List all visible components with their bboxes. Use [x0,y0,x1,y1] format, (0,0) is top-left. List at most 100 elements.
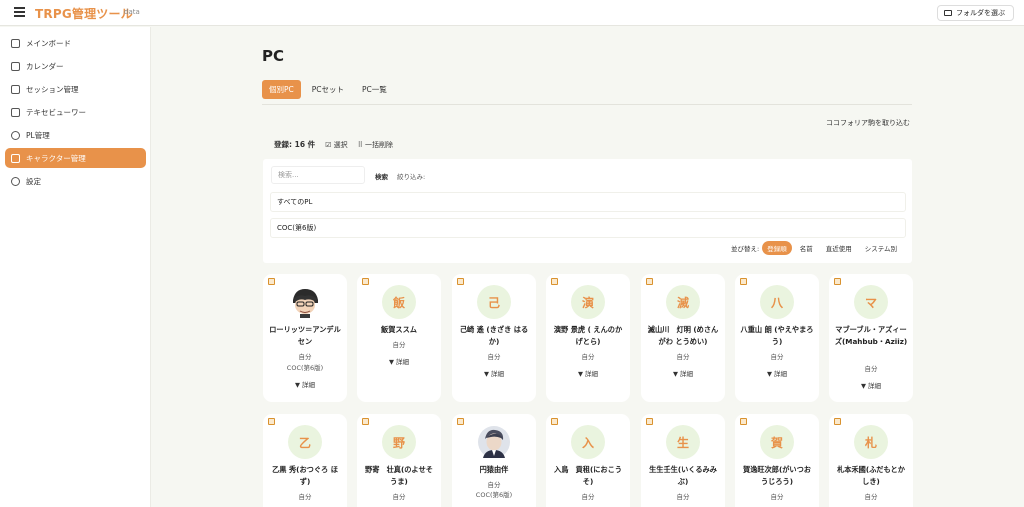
select-folder-button[interactable]: フォルダを選ぶ [937,5,1014,21]
bulk-delete-button[interactable]: ⠿ 一括削除 [358,140,393,150]
character-card[interactable]: 演 演野 景虎 ( えんのかげとら) 自分 ▼ 詳細 [546,274,630,402]
sidebar-item-settings[interactable]: 設定 [5,171,146,191]
owner-label: 自分 [581,353,595,361]
character-card[interactable]: 野 野寄 壮真(のよせそうま) 自分 [357,414,441,507]
tab-individual-pc[interactable]: 個別PC [262,80,301,99]
filter-label: 絞り込み: [397,173,426,181]
detail-toggle[interactable]: ▼ 詳細 [829,380,913,390]
sidebar: メインボード カレンダー セッション管理 テキセビューワー PL管理 キャラクタ… [0,27,151,507]
calendar-icon [11,61,20,71]
session-icon [11,84,20,94]
bookmark-icon [740,278,747,285]
sort-name-button[interactable]: 名前 [795,241,818,255]
sidebar-item-mainboard[interactable]: メインボード [5,33,146,53]
character-name: 己崎 遙 (きざき はるか) [459,325,529,346]
sidebar-item-label: カレンダー [26,61,64,71]
hamburger-menu-icon[interactable] [14,7,25,18]
import-ccfolia-button[interactable]: ココフォリア駒を取り込む [826,118,910,128]
document-icon [11,107,20,117]
character-icon [11,153,20,163]
tab-bar: 個別PC PCセット PC一覧 [262,80,394,99]
select-mode-button[interactable]: ☑ 選択 [325,140,348,150]
bookmark-icon [646,278,653,285]
character-name: 入鳥 貢租(におこうそ) [554,465,622,486]
gear-icon [11,176,20,186]
bookmark-icon [646,418,653,425]
owner-label: 自分 [676,493,690,501]
bookmark-icon [362,418,369,425]
bookmark-icon [740,418,747,425]
bookmark-icon [551,278,558,285]
detail-toggle[interactable]: ▼ 詳細 [263,379,347,389]
bookmark-icon [268,278,275,285]
sort-registration-button[interactable]: 登録順 [762,241,792,255]
system-label: COC(第6版) [475,491,513,499]
character-avatar: 生 [666,425,700,459]
tab-pc-list[interactable]: PC一覧 [355,80,394,99]
system-filter-select[interactable]: COC(第6版) [270,218,906,238]
sidebar-item-pl[interactable]: PL管理 [5,125,146,145]
character-avatar: 演 [571,285,605,319]
character-card[interactable]: 滅 滅山川 灯明 (めさんがわ とうめい) 自分 ▼ 詳細 [641,274,725,402]
toolbar-row: 登録: 16 件 ☑ 選択 ⠿ 一括削除 [274,139,393,150]
bookmark-icon [268,418,275,425]
top-bar: TRPG管理ツール data フォルダを選ぶ [0,0,1024,26]
character-card[interactable]: マ マブーブル・アズィーズ(Mahbub・Aziiz) 自分 ▼ 詳細 [829,274,913,402]
sidebar-item-calendar[interactable]: カレンダー [5,56,146,76]
character-card[interactable]: 円猿由伴 自分 COC(第6版) [452,414,536,507]
character-card[interactable]: 飯 飯賀ススム 自分 ▼ 詳細 [357,274,441,402]
character-card[interactable]: 賀 賀逸旺次郎(がいつおうじろう) 自分 [735,414,819,507]
bookmark-icon [834,278,841,285]
character-card[interactable]: 生 生生壬生(いくるみみぶ) 自分 [641,414,725,507]
home-icon [11,38,20,48]
search-button[interactable]: 検索 [375,171,388,181]
sidebar-item-character[interactable]: キャラクター管理 [5,148,146,168]
app-title: TRPG管理ツール [35,7,133,21]
bookmark-icon [457,418,464,425]
bookmark-icon [834,418,841,425]
character-card[interactable]: 入 入鳥 貢租(におこうそ) 自分 [546,414,630,507]
character-name: 生生壬生(いくるみみぶ) [649,465,717,486]
character-card[interactable]: 乙 乙黒 秀(おつぐろ ほず) 自分 [263,414,347,507]
sidebar-item-label: メインボード [26,38,71,48]
detail-toggle[interactable]: ▼ 詳細 [357,356,441,366]
detail-toggle[interactable]: ▼ 詳細 [452,368,536,378]
sort-system-button[interactable]: システム別 [860,241,902,255]
character-card[interactable]: 札 札本禾國(ふだもとかしき) 自分 [829,414,913,507]
sidebar-item-label: キャラクター管理 [26,153,86,163]
detail-toggle[interactable]: ▼ 詳細 [641,368,725,378]
character-avatar: 賀 [760,425,794,459]
character-card[interactable]: 己 己崎 遙 (きざき はるか) 自分 ▼ 詳細 [452,274,536,402]
tab-pc-set[interactable]: PCセット [305,80,351,99]
owner-label: 自分 [676,353,690,361]
character-avatar: 入 [571,425,605,459]
folder-icon [944,10,952,16]
filter-panel: 検索 絞り込み: すべてのPL COC(第6版) 並び替え: 登録順 名前 直近… [263,159,912,263]
bookmark-icon [362,278,369,285]
character-card[interactable]: 八 八重山 朗 (やえやまろう) 自分 ▼ 詳細 [735,274,819,402]
character-avatar: 野 [382,425,416,459]
sort-recent-button[interactable]: 直近使用 [821,241,857,255]
detail-toggle[interactable]: ▼ 詳細 [735,368,819,378]
character-avatar: 飯 [382,285,416,319]
sidebar-item-label: セッション管理 [26,84,79,94]
character-avatar-image [477,425,511,459]
bookmark-icon [551,418,558,425]
app-subtitle: data [124,8,140,16]
owner-label: 自分 [392,341,406,349]
character-card[interactable]: ローリッツ＝アンデルセン 自分 COC(第6版) ▼ 詳細 [263,274,347,402]
system-label: COC(第6版) [286,364,324,372]
pl-filter-select[interactable]: すべてのPL [270,192,906,212]
sidebar-item-text-viewer[interactable]: テキセビューワー [5,102,146,122]
detail-toggle[interactable]: ▼ 詳細 [546,368,630,378]
sidebar-item-session[interactable]: セッション管理 [5,79,146,99]
character-name: 札本禾國(ふだもとかしき) [837,465,905,486]
character-name: 賀逸旺次郎(がいつおうじろう) [743,465,811,486]
character-name: 演野 景虎 ( えんのかげとら) [553,325,623,346]
bookmark-icon [457,278,464,285]
character-name: 滅山川 灯明 (めさんがわ とうめい) [647,325,719,346]
character-avatar: 己 [477,285,511,319]
search-input[interactable] [271,166,365,184]
character-name: マブーブル・アズィーズ(Mahbub・Aziiz) [834,325,908,346]
character-name: 円猿由伴 [479,465,509,474]
